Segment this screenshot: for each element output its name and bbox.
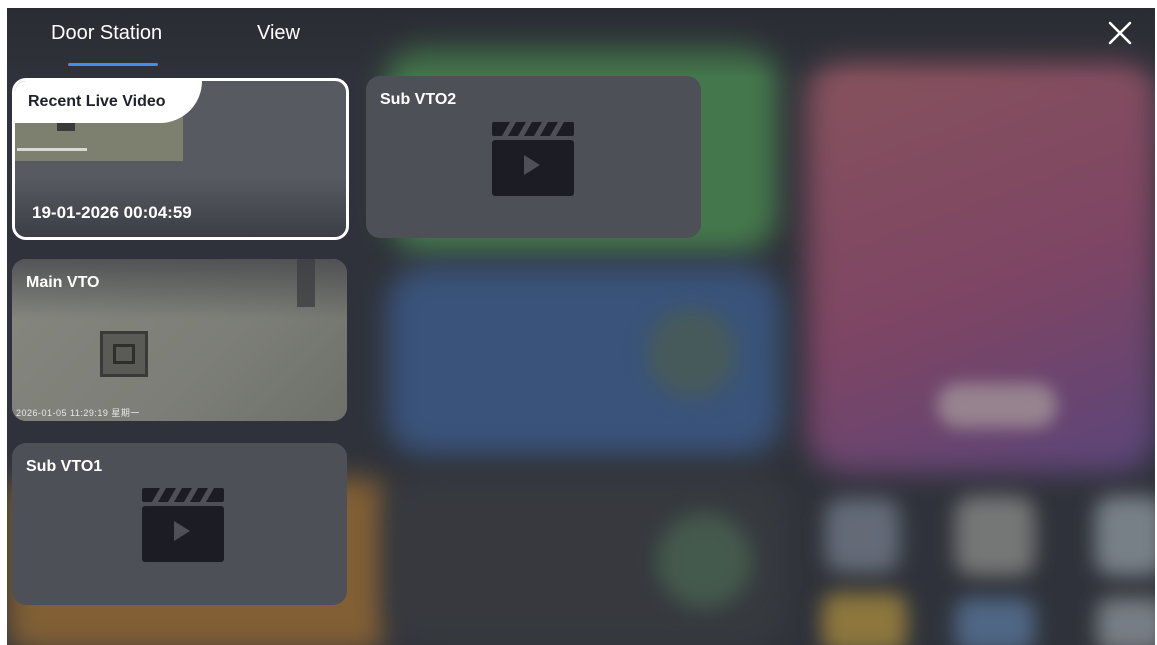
sub-vto1-card[interactable]: Sub VTO1 [12,443,347,605]
video-clapperboard-icon [492,122,574,196]
door-station-screen: Door Station View Recent Live Video 19-0… [7,8,1155,645]
recent-live-video-card[interactable]: Recent Live Video 19-01-2026 00:04:59 [12,78,349,240]
tab-view[interactable]: View [257,22,300,45]
recent-live-video-label: Recent Live Video [15,81,202,123]
close-icon[interactable] [1107,20,1133,46]
main-vto-card[interactable]: Main VTO 2026-01-05 11:29:19 星期一 [12,259,347,421]
camera-osd-timestamp: 2026-01-05 11:29:19 星期一 [16,408,140,418]
sub-vto1-label: Sub VTO1 [26,458,103,475]
main-vto-label: Main VTO [26,274,100,291]
sub-vto2-card[interactable]: Sub VTO2 [366,76,701,238]
sub-vto2-label: Sub VTO2 [380,91,457,108]
tab-door-station[interactable]: Door Station [51,22,162,45]
video-clapperboard-icon [142,488,224,562]
active-tab-indicator [68,63,158,66]
recent-video-timestamp: 19-01-2026 00:04:59 [32,203,192,222]
